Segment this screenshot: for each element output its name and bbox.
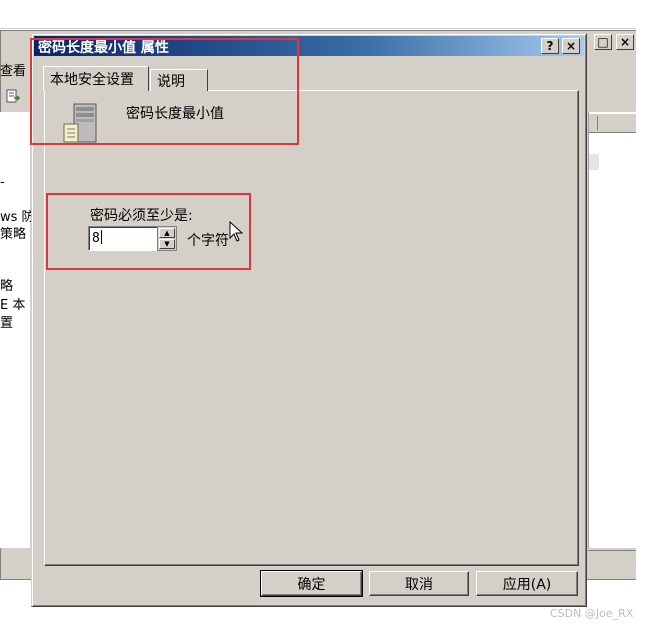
tab-panel — [44, 90, 579, 566]
ok-button[interactable]: 确定 — [260, 570, 363, 597]
background-close-button[interactable]: × — [616, 34, 634, 50]
export-list-icon[interactable] — [6, 89, 20, 103]
tab-label: 说明 — [157, 73, 185, 90]
tab-local-security-setting[interactable]: 本地安全设置 — [43, 66, 149, 91]
help-button[interactable]: ? — [541, 38, 559, 54]
tree-text-fragment: 略 — [0, 279, 14, 294]
ok-button-label: 确定 — [297, 576, 326, 593]
highlight-box-setting — [46, 193, 251, 270]
watermark: CSDN @Joe_RX — [550, 607, 634, 620]
close-icon: × — [565, 39, 577, 53]
close-icon: × — [619, 35, 631, 49]
background-right-pane — [588, 112, 639, 548]
cancel-button[interactable]: 取消 — [369, 571, 469, 596]
list-column-header[interactable] — [589, 114, 638, 133]
apply-button[interactable]: 应用(A) — [476, 571, 578, 596]
background-top-strip — [0, 0, 647, 29]
tab-label: 本地安全设置 — [50, 72, 134, 88]
tree-text-fragment: - — [0, 175, 5, 190]
menu-item-view[interactable]: 查看 — [0, 60, 26, 79]
status-bar — [588, 550, 640, 575]
tree-text-fragment: E 本 — [0, 298, 26, 313]
tab-explain[interactable]: 说明 — [150, 69, 208, 91]
apply-button-label: 应用(A) — [502, 576, 552, 593]
desktop-edge — [636, 0, 647, 629]
cancel-button-label: 取消 — [405, 576, 433, 593]
maximize-button[interactable]: □ — [594, 34, 612, 50]
tree-text-fragment: 置 — [0, 316, 14, 331]
close-button[interactable]: × — [562, 38, 580, 54]
highlight-box-policy — [30, 38, 299, 145]
help-icon: ? — [546, 39, 554, 53]
background-window-titlebar: □ × — [588, 32, 640, 54]
tree-text-fragment: 策略 — [0, 227, 27, 242]
list-row[interactable] — [589, 154, 599, 170]
maximize-icon: □ — [597, 35, 609, 49]
